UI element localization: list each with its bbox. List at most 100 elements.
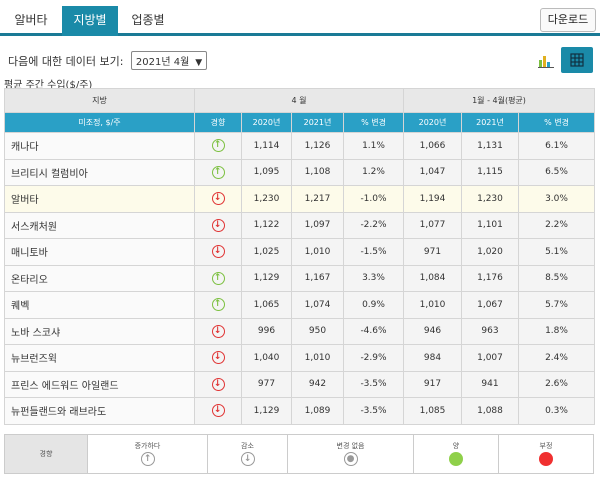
region-name: 온타리오 [4,264,195,292]
value-cell-ychg: 5.1% [518,238,595,266]
value-cell-y2021: 1,020 [461,238,519,266]
col-header[interactable]: 2020년 [241,112,292,133]
value-cell-y2020: 1,010 [403,291,462,319]
value-cell-m2020: 1,129 [241,397,292,425]
value-cell-y2020: 1,085 [403,397,462,425]
table-row[interactable]: 알버타 ↓ 1,230 1,217 -1.0% 1,194 1,230 3.0% [4,185,595,213]
trend-cell: ↑ [194,264,242,292]
value-cell-mchg: 1.1% [343,132,404,160]
value-cell-mchg: -1.5% [343,238,404,266]
month-select[interactable]: 2021년 4월 ▼ [130,51,208,70]
red-dot-icon [539,452,553,466]
value-cell-y2021: 1,088 [461,397,519,425]
legend-positive: 양 [414,435,499,473]
value-cell-mchg: 1.2% [343,158,404,186]
region-name: 캐나다 [4,132,195,160]
trend-up-icon: ↑ [211,271,225,285]
table-row[interactable]: 온타리오 ↑ 1,129 1,167 3.3% 1,084 1,176 8.5% [4,264,595,292]
trend-legend: 경향 증가하다 ↑ 감소 ↓ 변경 없음 ● 양 부정 [4,434,594,474]
table-body: 캐나다 ↑ 1,114 1,126 1.1% 1,066 1,131 6.1% 브리티시 컬럼비… [4,132,595,425]
trend-down-icon: ↓ [211,351,225,365]
value-cell-y2020: 1,084 [403,264,462,292]
earnings-table: 지방 4 월 1월 - 4월(평균) 미조정, $/주 경향 2020년 202… [4,88,595,425]
trend-cell: ↑ [194,158,242,186]
region-name: 노바 스코샤 [4,317,195,345]
bar-chart-icon[interactable] [538,53,554,68]
download-button[interactable]: 다운로드 [540,8,596,32]
tab-bar: 알버타 지방별 업종별 다운로드 [0,0,600,36]
table-grid-icon[interactable] [561,47,593,73]
region-name: 뉴펀들랜드와 래브라도 [4,397,195,425]
table-row[interactable]: 퀘벡 ↑ 1,065 1,074 0.9% 1,010 1,067 5.7% [4,291,595,319]
value-cell-y2021: 1,176 [461,264,519,292]
value-cell-mchg: -2.9% [343,344,404,372]
legend-decrease-label: 감소 [241,442,254,450]
value-cell-y2020: 984 [403,344,462,372]
col-header[interactable]: 2021년 [461,112,519,133]
value-cell-y2020: 1,077 [403,211,462,239]
table-row[interactable]: 프린스 에드워드 아일랜드 ↓ 977 942 -3.5% 917 941 2.6% [4,370,595,398]
value-cell-mchg: -4.6% [343,317,404,345]
legend-negative-label: 부정 [539,442,553,450]
trend-cell: ↑ [194,132,242,160]
col-header[interactable]: % 변경 [343,112,404,133]
trend-down-icon: ↓ [211,377,225,391]
trend-cell: ↓ [194,211,242,239]
legend-decrease: 감소 ↓ [208,435,288,473]
value-cell-m2020: 977 [241,370,292,398]
value-cell-ychg: 0.3% [518,397,595,425]
table-row[interactable]: 서스캐처원 ↓ 1,122 1,097 -2.2% 1,077 1,101 2.2% [4,211,595,239]
value-cell-ychg: 2.6% [518,370,595,398]
col-header[interactable]: 미조정, $/주 [4,112,195,133]
region-name: 매니토바 [4,238,195,266]
value-cell-y2020: 946 [403,317,462,345]
value-cell-m2021: 1,074 [291,291,344,319]
value-cell-m2020: 1,129 [241,264,292,292]
value-cell-ychg: 3.0% [518,185,595,213]
col-header[interactable]: % 변경 [518,112,595,133]
value-cell-m2021: 1,097 [291,211,344,239]
tab-provinces[interactable]: 지방별 [62,6,118,36]
value-cell-ychg: 6.1% [518,132,595,160]
table-row[interactable]: 뉴브런즈윅 ↓ 1,040 1,010 -2.9% 984 1,007 2.4% [4,344,595,372]
value-cell-m2021: 1,089 [291,397,344,425]
trend-down-icon: ↓ [211,324,225,338]
value-cell-mchg: -3.5% [343,370,404,398]
legend-nochange-label: 변경 없음 [336,442,365,450]
col-header[interactable]: 2021년 [291,112,344,133]
view-label: 다음에 대한 데이터 보기: [8,55,124,68]
table-row[interactable]: 브리티시 컬럼비아 ↑ 1,095 1,108 1.2% 1,047 1,115 6.5% [4,158,595,186]
value-cell-mchg: -2.2% [343,211,404,239]
trend-down-icon: ↓ [211,192,225,206]
trend-down-icon: ↓ [211,404,225,418]
value-cell-mchg: 0.9% [343,291,404,319]
col-header[interactable]: 2020년 [403,112,462,133]
region-name: 퀘벡 [4,291,195,319]
trend-cell: ↑ [194,291,242,319]
value-cell-ychg: 2.2% [518,211,595,239]
header-month-group: 4 월 [194,88,404,113]
value-cell-y2020: 1,047 [403,158,462,186]
value-cell-mchg: 3.3% [343,264,404,292]
table-row[interactable]: 캐나다 ↑ 1,114 1,126 1.1% 1,066 1,131 6.1% [4,132,595,160]
legend-nochange: 변경 없음 ● [288,435,414,473]
value-cell-y2021: 1,007 [461,344,519,372]
table-row[interactable]: 노바 스코샤 ↓ 996 950 -4.6% 946 963 1.8% [4,317,595,345]
no-change-icon: ● [343,452,358,466]
tab-industry[interactable]: 업종별 [120,6,176,36]
header-ytd-group: 1월 - 4월(평균) [403,88,595,113]
month-select-value: 2021년 4월 [135,57,190,68]
value-cell-mchg: -1.0% [343,185,404,213]
value-cell-m2021: 950 [291,317,344,345]
value-cell-m2020: 1,040 [241,344,292,372]
value-cell-m2021: 1,167 [291,264,344,292]
value-cell-m2020: 1,114 [241,132,292,160]
value-cell-y2021: 1,115 [461,158,519,186]
tab-alberta[interactable]: 알버타 [2,6,60,36]
header-region: 지방 [4,88,195,113]
value-cell-m2020: 1,230 [241,185,292,213]
table-row[interactable]: 매니토바 ↓ 1,025 1,010 -1.5% 971 1,020 5.1% [4,238,595,266]
table-row[interactable]: 뉴펀들랜드와 래브라도 ↓ 1,129 1,089 -3.5% 1,085 1,088 0.3… [4,397,595,425]
value-cell-ychg: 2.4% [518,344,595,372]
col-header[interactable]: 경향 [194,112,242,133]
